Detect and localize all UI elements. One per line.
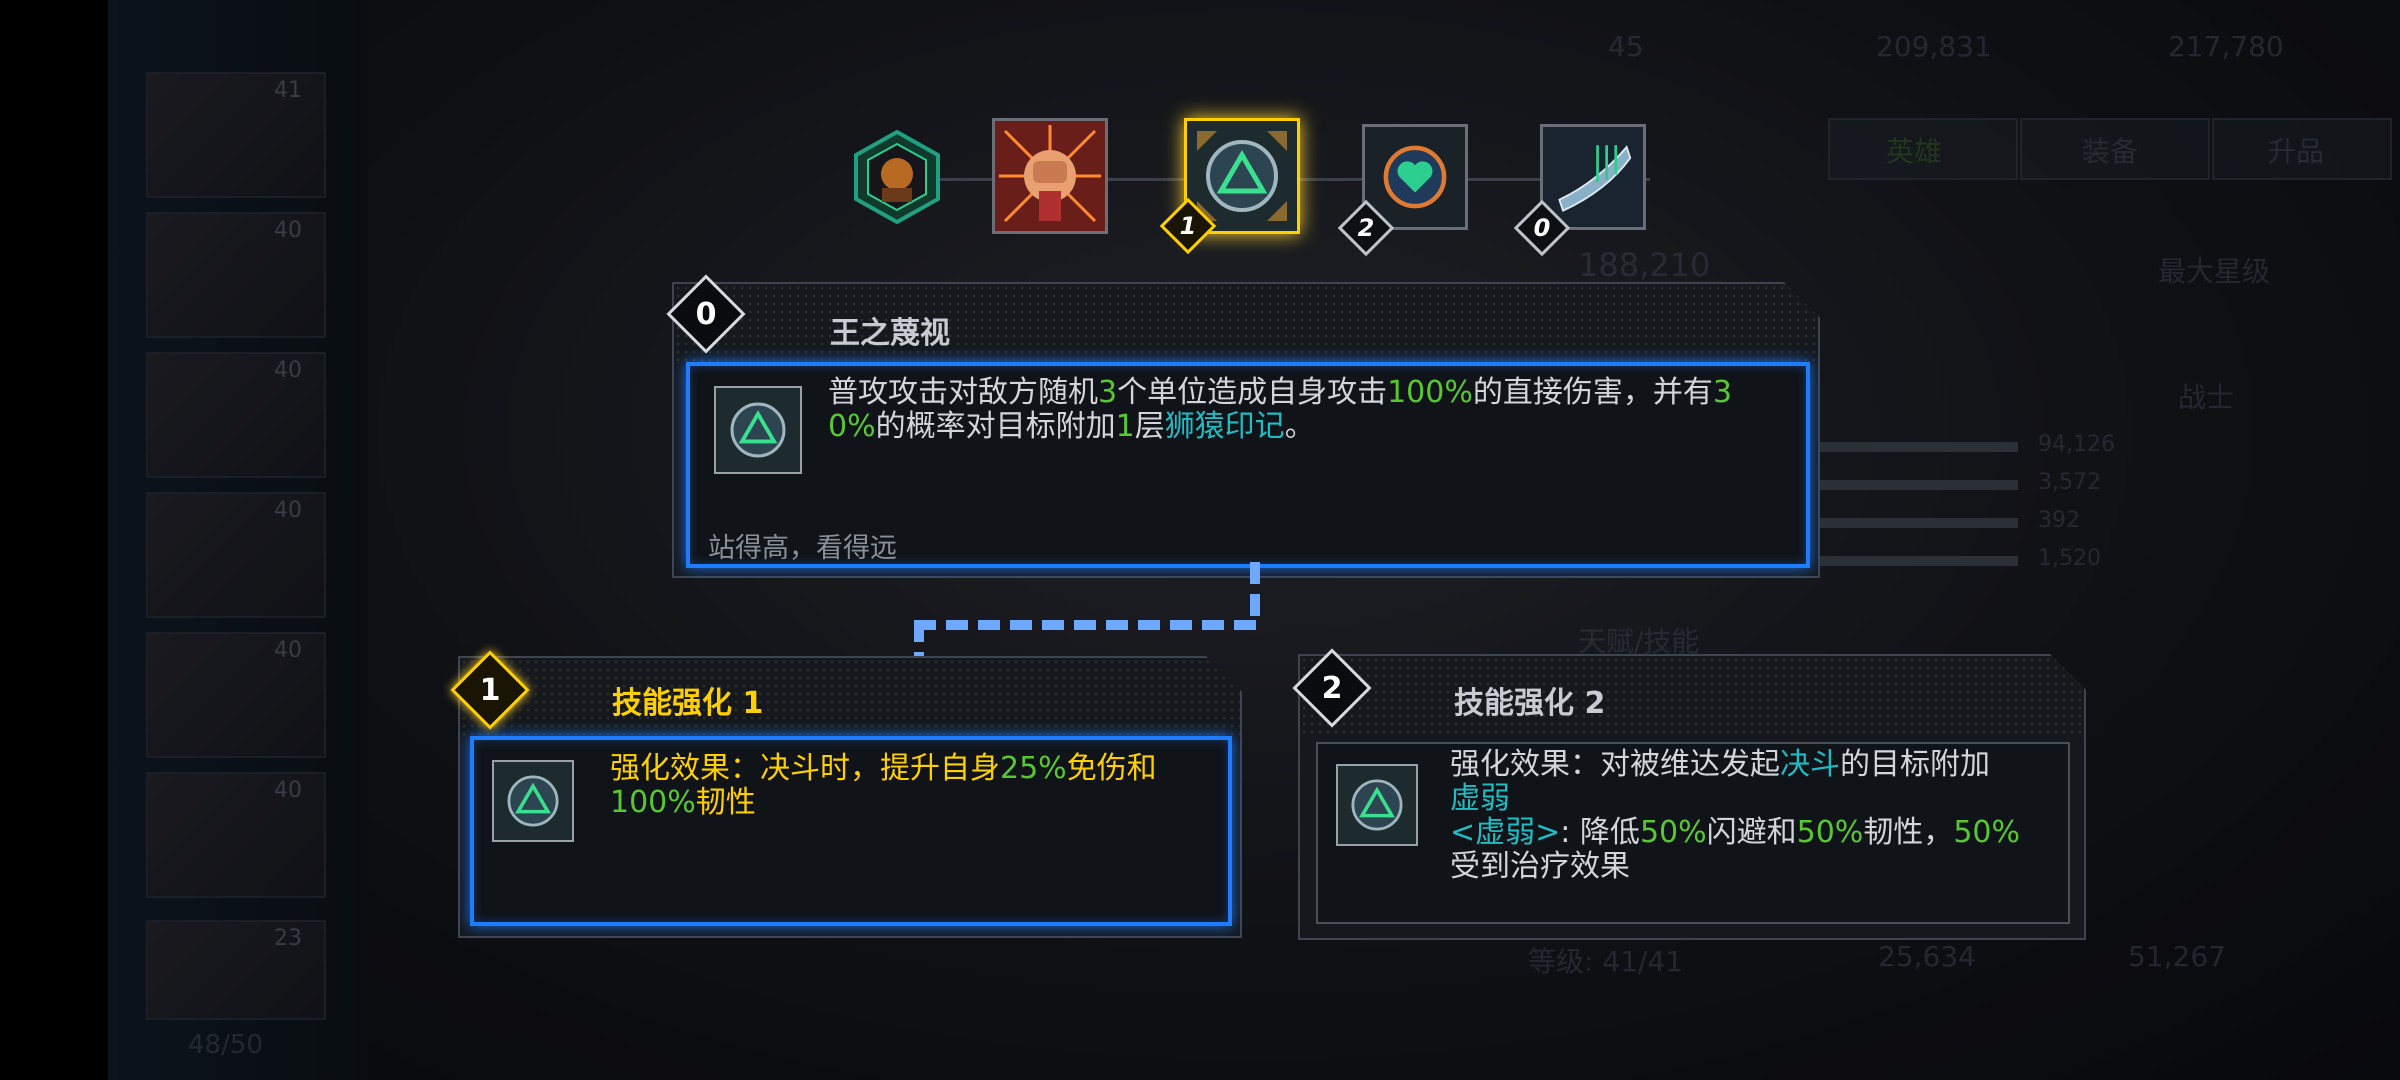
enhancement-2-panel[interactable]: 技能强化 2 强化效果：对被维达发起决斗的目标附加 虚弱 <虚弱>: 降低50%…: [1298, 654, 2086, 940]
upgrade-path-connector: [1250, 562, 1260, 626]
flavor-text: 站得高，看得远: [708, 533, 897, 564]
main-skill-description: 普攻攻击对敌方随机3个单位造成自身攻击100%的直接伤害，并有3 0%的概率对目…: [828, 375, 1732, 444]
skill-node-fist[interactable]: [992, 118, 1108, 234]
main-skill-description-box: 普攻攻击对敌方随机3个单位造成自身攻击100%的直接伤害，并有3 0%的概率对目…: [686, 362, 1810, 568]
enhancement-1-description: 强化效果：决斗时，提升自身25%免伤和 100%韧性: [610, 751, 1157, 820]
enhancement-2-title: 技能强化 2: [1454, 686, 1606, 721]
triangle-rune-icon: [1336, 764, 1418, 846]
main-skill-panel: 王之蔑视 普攻攻击对敌方随机3个单位造成自身攻击100%的直接伤害，并有3 0%…: [672, 282, 1820, 578]
enhancement-2-description: 强化效果：对被维达发起决斗的目标附加 虚弱 <虚弱>: 降低50%闪避和50%韧…: [1450, 747, 2020, 884]
fist-icon: [995, 121, 1105, 231]
enhancement-2-description-box: 强化效果：对被维达发起决斗的目标附加 虚弱 <虚弱>: 降低50%闪避和50%韧…: [1316, 742, 2070, 924]
enhancement-1-title: 技能强化 1: [612, 686, 764, 721]
panel-pattern: [1300, 656, 2084, 736]
hero-avatar-node[interactable]: [850, 129, 944, 225]
enhancement-1-description-box: 强化效果：决斗时，提升自身25%免伤和 100%韧性: [470, 736, 1232, 926]
panel-pattern: [460, 658, 1240, 738]
enhancement-1-panel[interactable]: 技能强化 1 强化效果：决斗时，提升自身25%免伤和 100%韧性: [458, 656, 1242, 938]
triangle-rune-icon: [714, 386, 802, 474]
main-skill-title: 王之蔑视: [830, 316, 950, 351]
triangle-rune-icon: [492, 760, 574, 842]
upgrade-path-connector: [914, 620, 1260, 630]
hero-badge-icon: [854, 129, 940, 225]
